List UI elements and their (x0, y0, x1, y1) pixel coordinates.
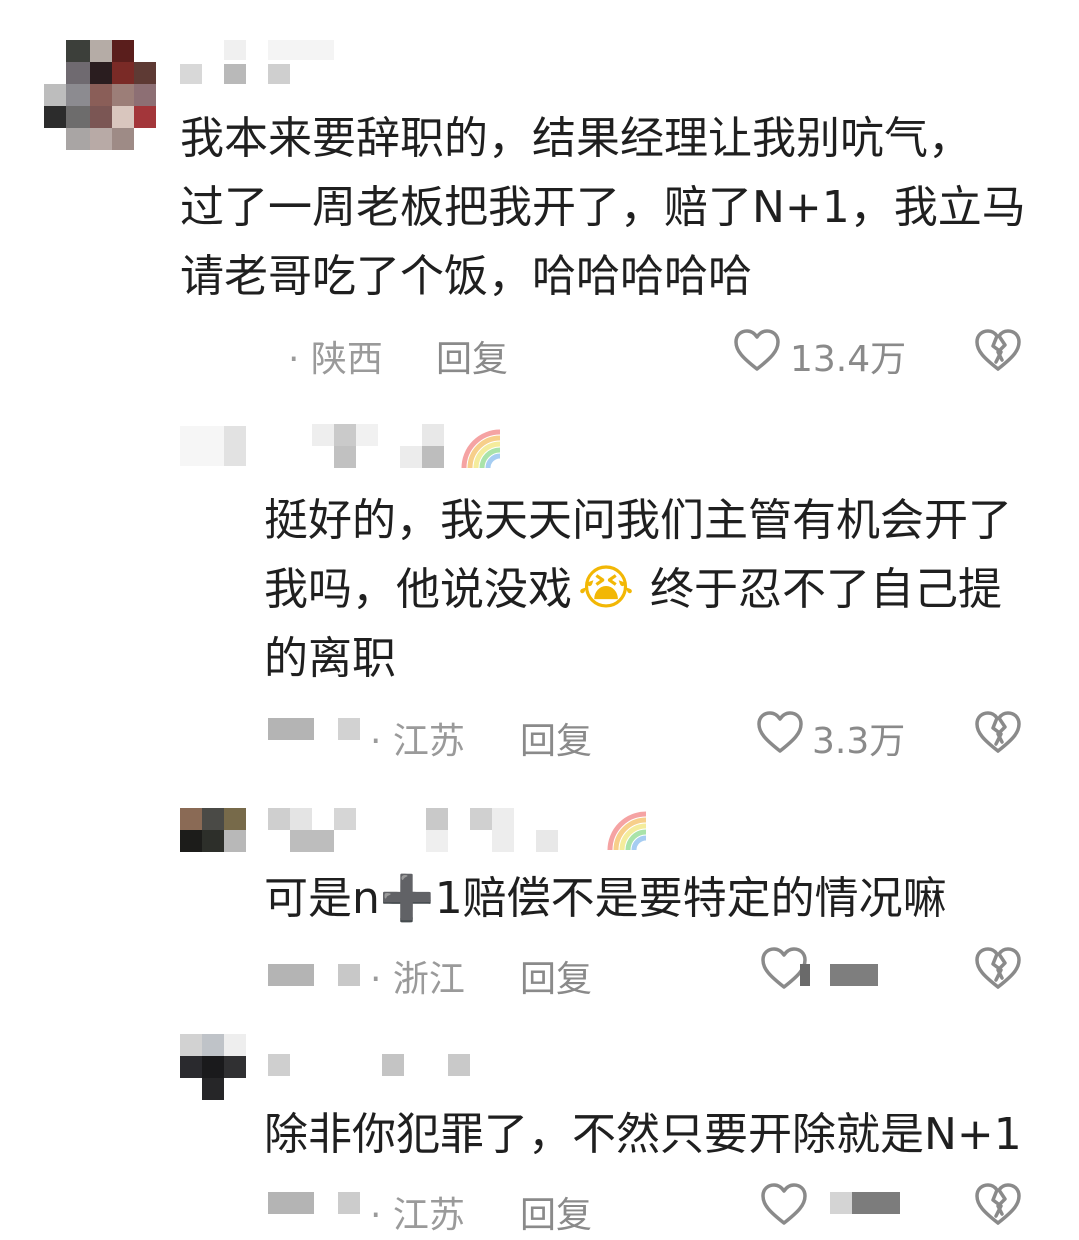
plus-icon: ➕ (379, 873, 435, 924)
location-label: · 江苏 (370, 721, 465, 762)
comment-text-line: 的离职 (264, 633, 396, 684)
dislike-icon[interactable] (974, 1182, 1022, 1226)
avatar[interactable] (180, 808, 246, 852)
like-count (830, 1190, 902, 1216)
heart-icon[interactable] (760, 1182, 808, 1226)
username[interactable] (268, 806, 608, 854)
location-label: · 陕西 (288, 339, 383, 380)
comment-text-line: 我吗，他说没戏 (264, 564, 572, 615)
comment-text-line: 请老哥吃了个饭，哈哈哈哈哈 (180, 251, 752, 302)
reply-button[interactable]: 回复 (520, 950, 592, 1002)
avatar[interactable] (180, 1034, 246, 1100)
comment-text-segment: 可是n (264, 873, 380, 924)
username[interactable] (268, 1052, 478, 1078)
heart-icon[interactable] (756, 710, 804, 754)
comment-text-line: 过了一周老板把我开了，赔了N+1，我立马 (180, 182, 1026, 233)
like-count: 13.4万 (790, 339, 907, 380)
username[interactable] (180, 40, 340, 86)
comment-text-line: 可是n➕1赔偿不是要特定的情况嘛 (264, 864, 947, 933)
timestamp (268, 962, 368, 988)
like-count (800, 960, 880, 986)
timestamp (268, 716, 368, 742)
crying-emoji-icon: 😭 (578, 560, 635, 616)
heart-icon[interactable] (733, 328, 781, 372)
avatar[interactable] (44, 40, 160, 152)
reply-button[interactable]: 回复 (436, 330, 508, 382)
dislike-icon[interactable] (974, 946, 1022, 990)
comment-text-line: 挺好的，我天天问我们主管有机会开了 (264, 495, 1012, 546)
comment-text-line: 除非你犯罪了，不然只要开除就是N+1 (264, 1109, 1022, 1160)
comment-text-line: 我本来要辞职的，结果经理让我别吭气， (180, 113, 972, 164)
comment-text-segment: 1赔偿不是要特定的情况嘛 (434, 873, 947, 924)
reply-button[interactable]: 回复 (520, 712, 592, 764)
rainbow-icon (461, 429, 501, 469)
comment-text-line: 终于忍不了自己提 (650, 564, 1002, 615)
location-label: · 浙江 (370, 959, 465, 1000)
reply-button[interactable]: 回复 (520, 1186, 592, 1238)
location-label: · 江苏 (370, 1195, 465, 1236)
timestamp (268, 1190, 368, 1216)
like-count: 3.3万 (812, 721, 906, 762)
dislike-icon[interactable] (974, 710, 1022, 754)
dislike-icon[interactable] (974, 328, 1022, 372)
rainbow-icon (607, 811, 647, 851)
